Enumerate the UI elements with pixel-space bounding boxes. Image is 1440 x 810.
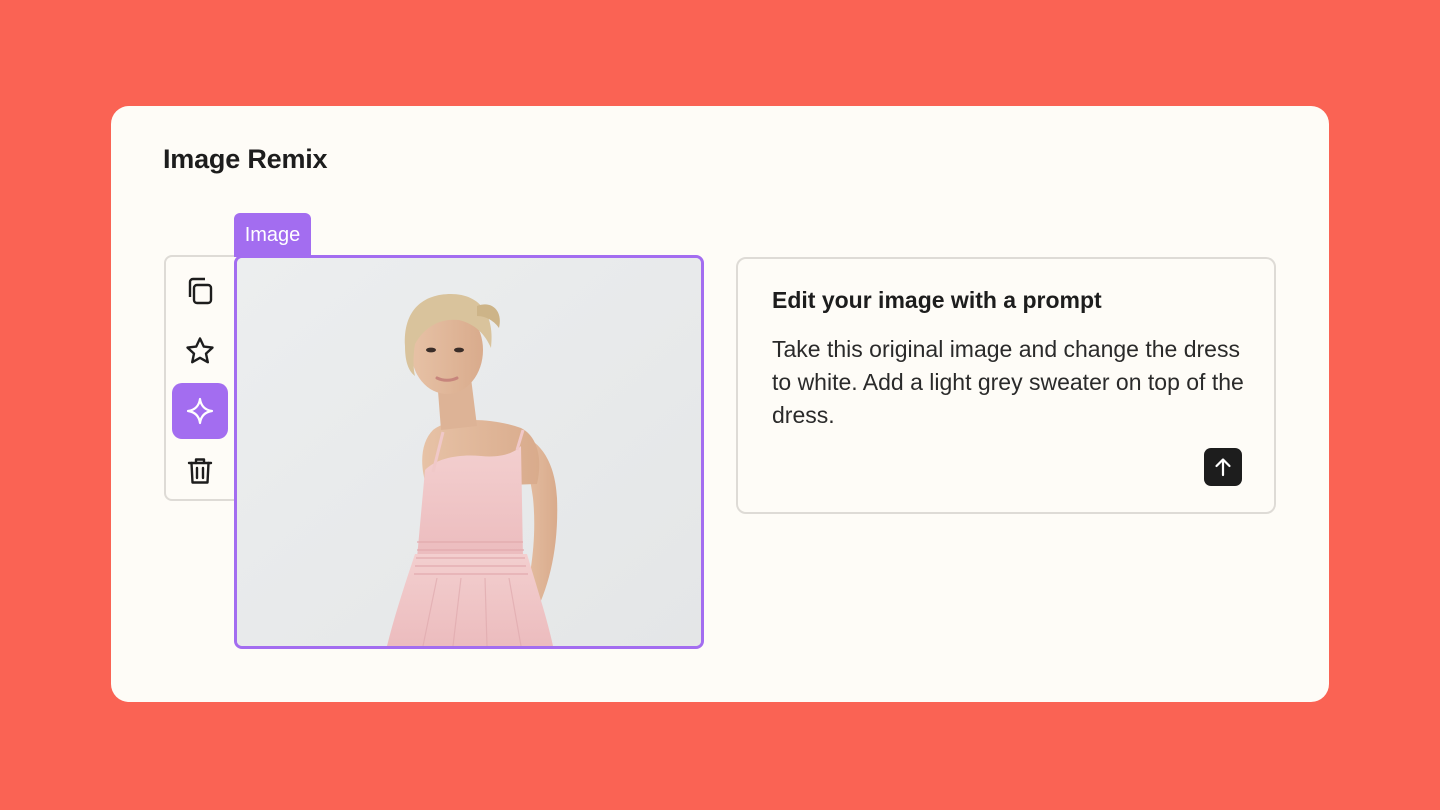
delete-button[interactable] [172,443,228,499]
card-title: Image Remix [163,144,328,174]
arrow-up-icon [1215,458,1231,477]
model-photo [237,258,701,646]
copy-button[interactable] [172,263,228,319]
sparkle-icon [186,397,214,425]
prompt-title: Edit your image with a prompt [772,287,1102,313]
selected-image[interactable] [234,255,704,649]
favorite-button[interactable] [172,323,228,379]
prompt-input[interactable]: Take this original image and change the … [772,333,1252,432]
remix-button[interactable] [172,383,228,439]
star-icon [186,337,214,364]
prompt-panel: Edit your image with a prompt Take this … [736,257,1276,514]
image-remix-card: Image Remix Image Edit your image with a… [111,106,1329,702]
image-tag-label: Image [234,213,311,257]
trash-icon [187,458,213,484]
page-background: Image Remix Image Edit your image with a… [0,0,1440,810]
copy-icon [188,277,213,305]
send-button[interactable] [1204,448,1242,486]
